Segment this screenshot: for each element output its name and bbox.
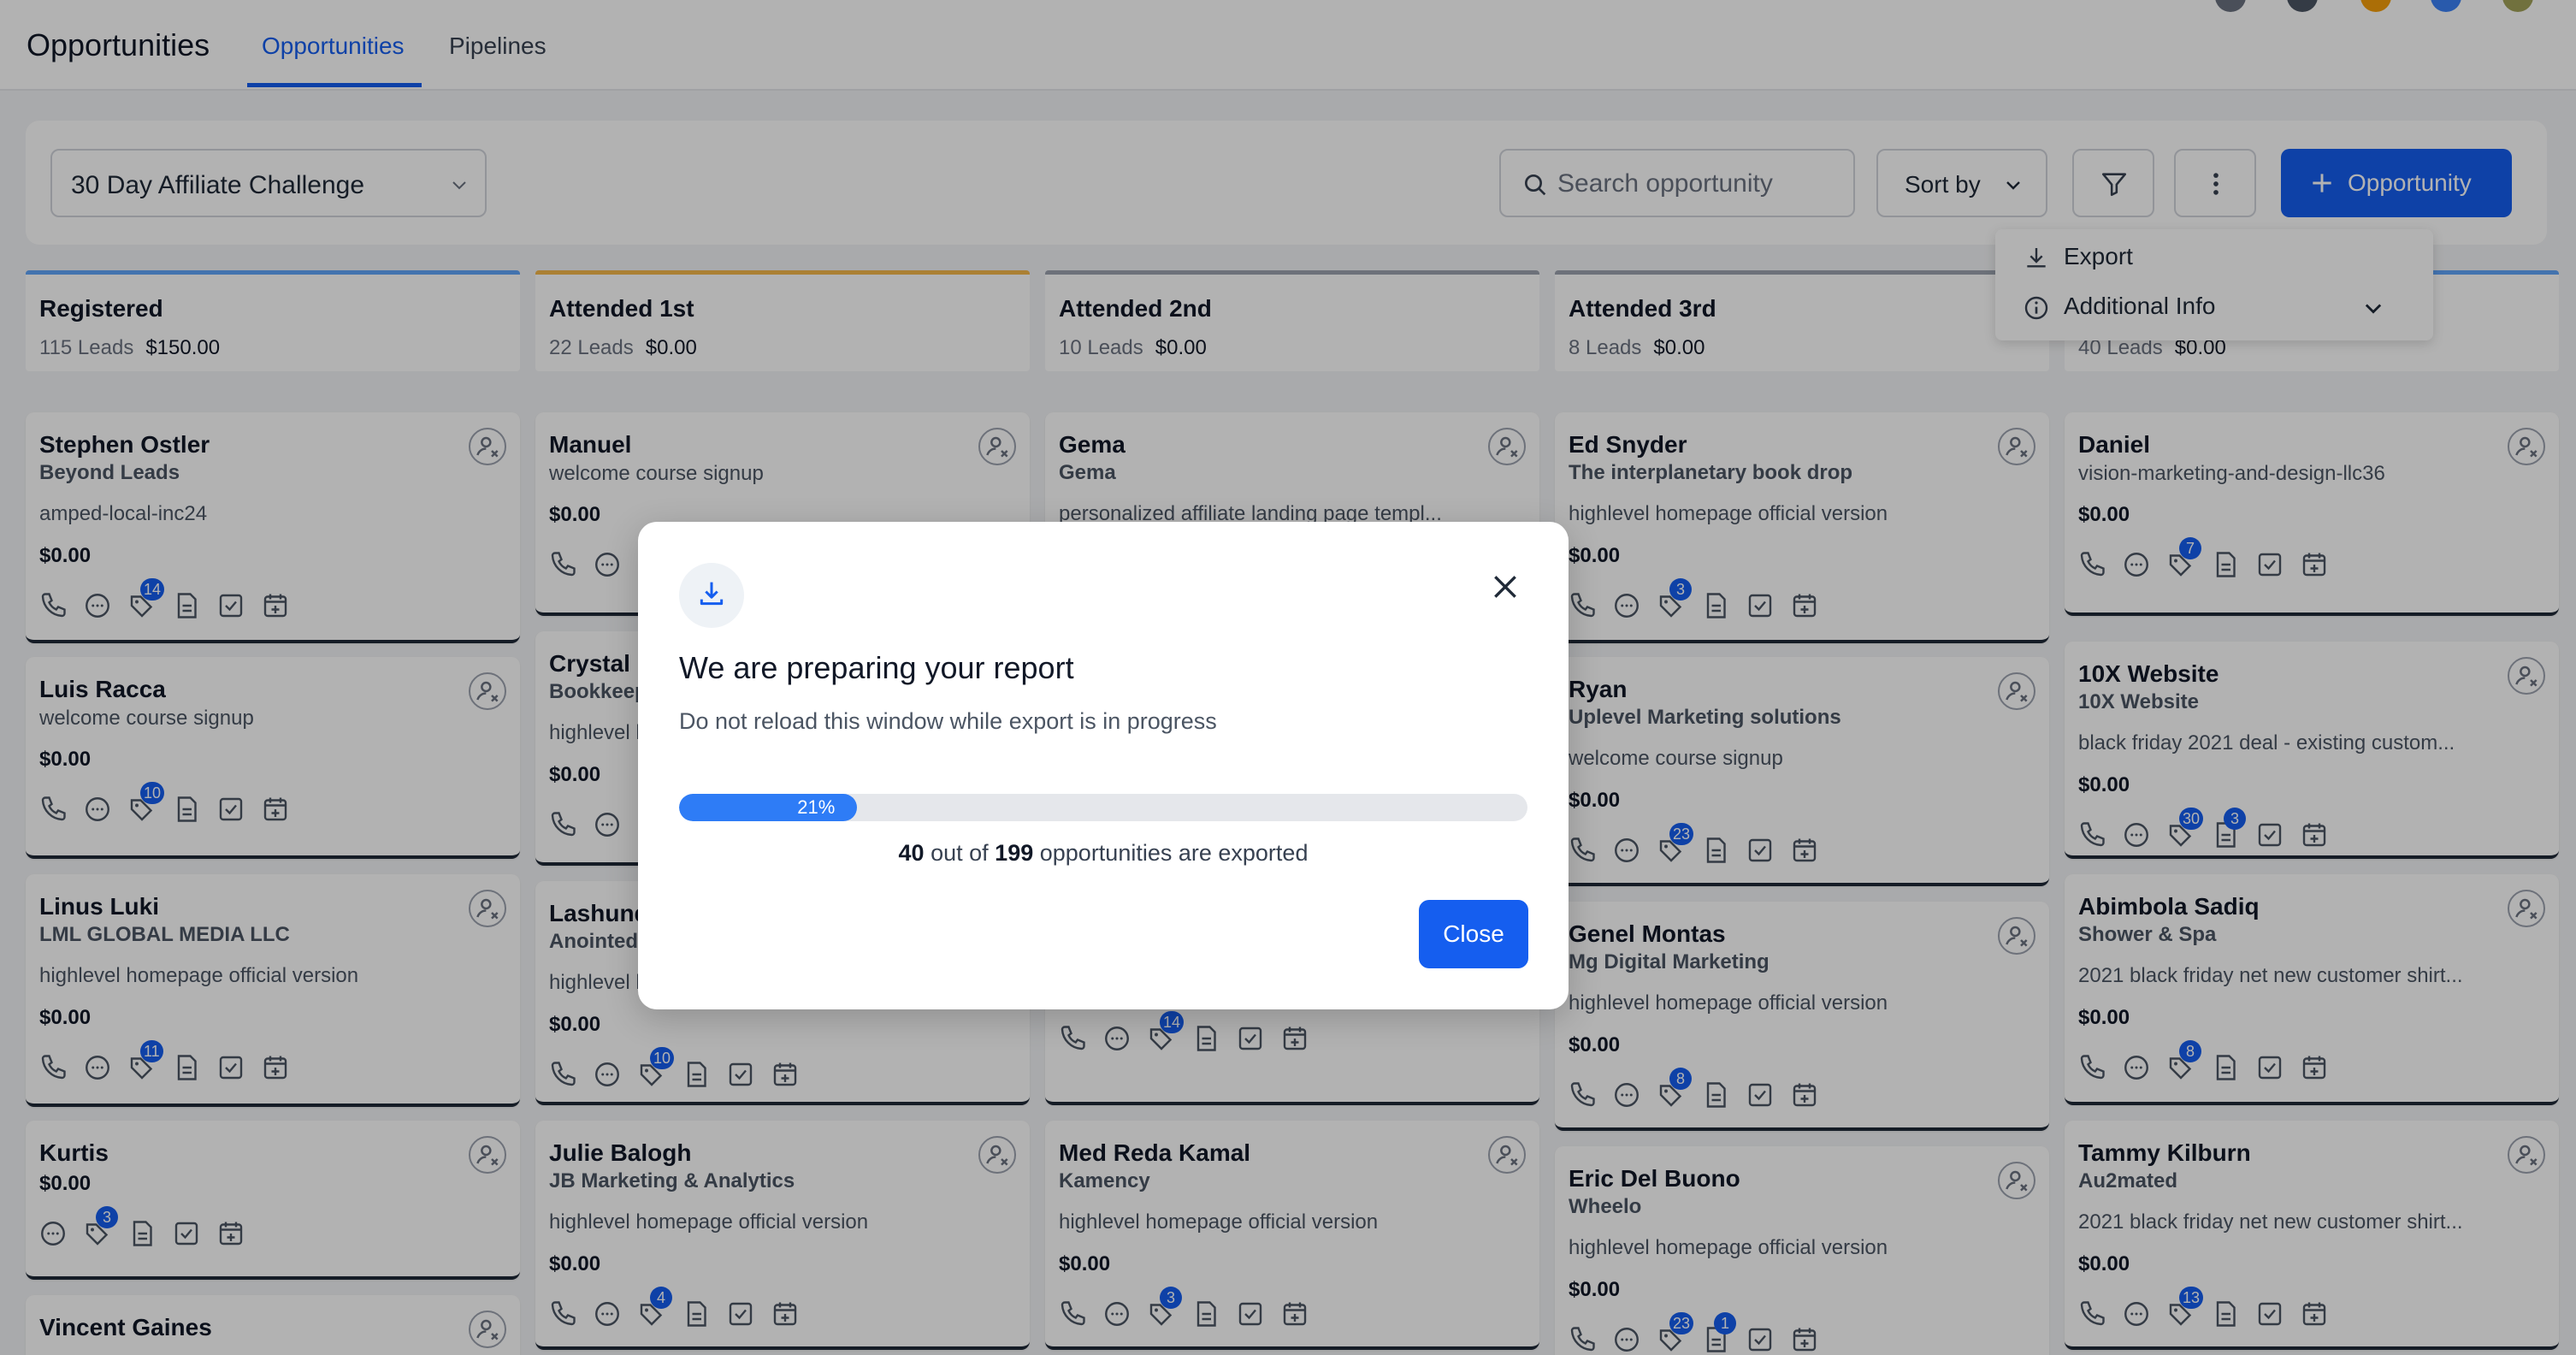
exported-count: 40 xyxy=(898,840,925,866)
modal-subtitle: Do not reload this window while export i… xyxy=(679,708,1217,734)
download-icon-circle xyxy=(679,563,744,628)
export-progress-fill: 21% xyxy=(679,794,858,821)
count-suffix: opportunities are exported xyxy=(1039,840,1309,866)
close-icon[interactable] xyxy=(1488,570,1522,604)
export-progress-label: 21% xyxy=(797,796,836,818)
count-mid: out of xyxy=(931,840,989,866)
export-count: 40 out of 199 opportunities are exported xyxy=(638,840,1569,867)
download-icon xyxy=(700,582,724,606)
modal-title: We are preparing your report xyxy=(679,650,1074,685)
total-count: 199 xyxy=(995,840,1034,866)
close-button[interactable]: Close xyxy=(1419,900,1528,968)
export-progress-bar: 21% xyxy=(679,794,1527,821)
export-progress-modal: We are preparing your report Do not relo… xyxy=(638,522,1569,1009)
